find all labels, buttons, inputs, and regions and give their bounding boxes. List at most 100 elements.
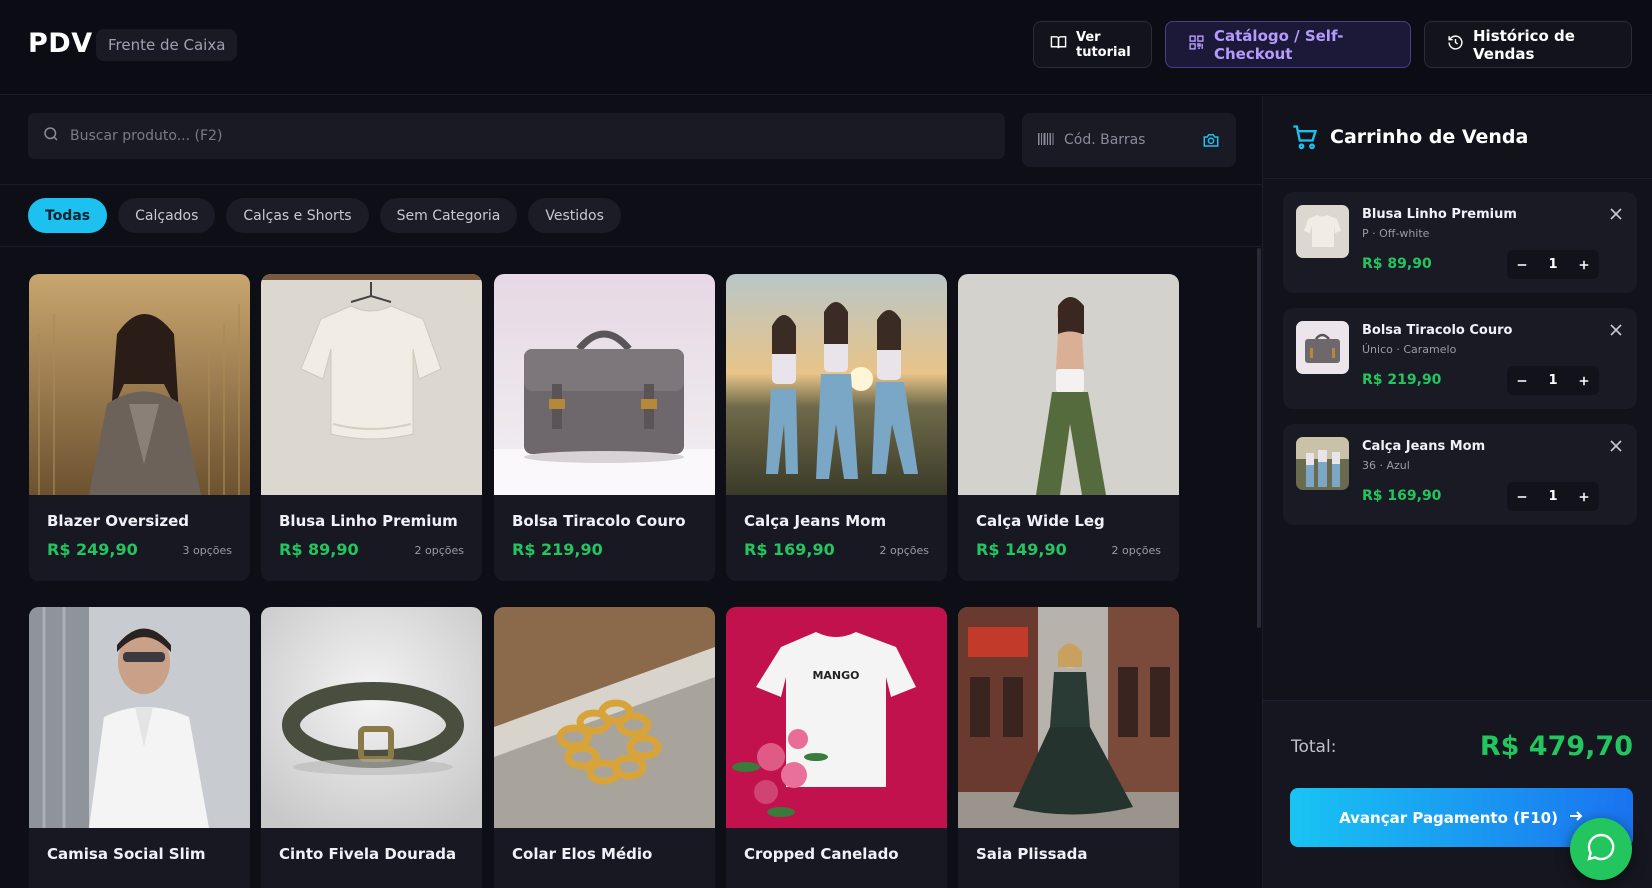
product-name: Cropped Canelado [744, 845, 899, 863]
product-card[interactable]: Blusa Linho Premium R$ 89,90 2 opções [261, 274, 482, 581]
product-card[interactable]: Saia Plissada [958, 607, 1179, 888]
chat-icon [1585, 831, 1617, 867]
cart-item-thumbnail [1296, 321, 1349, 374]
product-card[interactable]: Calça Jeans Mom R$ 169,90 2 opções [726, 274, 947, 581]
product-grid: Blazer Oversized R$ 249,90 3 opções Blus… [29, 274, 1239, 888]
product-image [261, 274, 482, 495]
product-name: Saia Plissada [976, 845, 1088, 863]
product-card[interactable]: Blazer Oversized R$ 249,90 3 opções [29, 274, 250, 581]
plus-icon[interactable] [1577, 374, 1591, 388]
barcode-placeholder: Cód. Barras [1064, 132, 1146, 148]
cart-item-thumbnail [1296, 205, 1349, 258]
cart-item-price: R$ 169,90 [1362, 488, 1442, 504]
scrollbar[interactable] [1257, 248, 1261, 628]
product-card[interactable]: Bolsa Tiracolo Couro R$ 219,90 [494, 274, 715, 581]
product-name: Blusa Linho Premium [279, 512, 458, 530]
product-options: 2 opções [1111, 544, 1161, 557]
product-card[interactable]: Camisa Social Slim [29, 607, 250, 888]
product-area: Buscar produto... (F2) Cód. Barras Todas… [0, 96, 1262, 888]
product-name: Calça Wide Leg [976, 512, 1105, 530]
filter-todas[interactable]: Todas [28, 198, 108, 233]
filter-vestidos[interactable]: Vestidos [528, 198, 621, 233]
product-options: 2 opções [879, 544, 929, 557]
cart-item-name: Bolsa Tiracolo Couro [1362, 323, 1513, 338]
minus-icon[interactable] [1515, 258, 1529, 272]
product-options: 2 opções [414, 544, 464, 557]
cart-item-variant: Único · Caramelo [1362, 343, 1457, 356]
divider [0, 184, 1262, 185]
pay-button-label: Avançar Pagamento (F10) [1339, 808, 1558, 827]
product-image [494, 607, 715, 828]
product-card[interactable]: MANGO Cropped Canelado [726, 607, 947, 888]
history-label: Histórico de Vendas [1473, 26, 1575, 63]
total-value: R$ 479,70 [1479, 731, 1633, 762]
minus-icon[interactable] [1515, 490, 1529, 504]
product-card[interactable]: Cinto Fivela Dourada [261, 607, 482, 888]
chat-button[interactable] [1570, 818, 1632, 880]
total-label: Total: [1291, 737, 1337, 757]
plus-icon[interactable] [1577, 258, 1591, 272]
close-icon[interactable] [1609, 206, 1623, 220]
product-image [958, 607, 1179, 828]
cart-icon [1293, 125, 1318, 150]
cart-item: Blusa Linho Premium P · Off-white R$ 89,… [1283, 192, 1637, 293]
cart-title: Carrinho de Venda [1330, 126, 1529, 148]
cart-item-price: R$ 89,90 [1362, 256, 1432, 272]
search-input[interactable]: Buscar produto... (F2) [28, 113, 1005, 159]
filter-sem-categoria[interactable]: Sem Categoria [379, 198, 518, 233]
catalog-label: Catálogo / Self-Checkout [1214, 26, 1344, 63]
quantity-stepper: 1 [1507, 250, 1599, 279]
product-name: Camisa Social Slim [47, 845, 206, 863]
product-price: R$ 89,90 [279, 540, 359, 559]
tutorial-button[interactable]: Ver tutorial [1033, 21, 1152, 68]
cart-item-variant: P · Off-white [1362, 227, 1430, 240]
product-price: R$ 219,90 [512, 540, 603, 559]
product-name: Blazer Oversized [47, 512, 190, 530]
quantity-stepper: 1 [1507, 366, 1599, 395]
product-name: Calça Jeans Mom [744, 512, 887, 530]
plus-icon[interactable] [1577, 490, 1591, 504]
barcode-input[interactable]: Cód. Barras [1022, 113, 1236, 167]
cart-item-thumbnail [1296, 437, 1349, 490]
product-image [261, 607, 482, 828]
product-price: R$ 249,90 [47, 540, 138, 559]
quantity-value: 1 [1548, 373, 1558, 388]
minus-icon[interactable] [1515, 374, 1529, 388]
cart-header: Carrinho de Venda [1263, 96, 1652, 179]
close-icon[interactable] [1609, 438, 1623, 452]
cart-item-price: R$ 219,90 [1362, 372, 1442, 388]
close-icon[interactable] [1609, 322, 1623, 336]
tutorial-label: Ver tutorial [1076, 29, 1131, 60]
product-options: 3 opções [182, 544, 232, 557]
search-placeholder: Buscar produto... (F2) [70, 128, 223, 144]
product-image [726, 274, 947, 495]
filter-calcas-e-shorts[interactable]: Calças e Shorts [226, 198, 369, 233]
barcode-icon [1038, 131, 1054, 150]
product-card[interactable]: Colar Elos Médio [494, 607, 715, 888]
history-button[interactable]: Histórico de Vendas [1424, 21, 1632, 68]
divider [0, 246, 1262, 247]
product-image [494, 274, 715, 495]
category-filters: Todas Calçados Calças e Shorts Sem Categ… [28, 198, 621, 233]
cart-panel: Carrinho de Venda Blusa Linho Premium P … [1262, 96, 1652, 888]
qr-code-icon [1188, 34, 1205, 55]
product-price: R$ 149,90 [976, 540, 1067, 559]
quantity-value: 1 [1548, 489, 1558, 504]
book-icon [1050, 34, 1067, 55]
filter-calcados[interactable]: Calçados [118, 198, 216, 233]
product-name: Colar Elos Médio [512, 845, 653, 863]
cart-item: Bolsa Tiracolo Couro Único · Caramelo R$… [1283, 308, 1637, 409]
catalog-button[interactable]: Catálogo / Self-Checkout [1165, 21, 1411, 68]
cart-item-variant: 36 · Azul [1362, 459, 1410, 472]
product-card[interactable]: Calça Wide Leg R$ 149,90 2 opções [958, 274, 1179, 581]
cart-item-name: Calça Jeans Mom [1362, 439, 1486, 454]
camera-icon[interactable] [1202, 131, 1220, 149]
top-header: PDV Frente de Caixa Ver tutorial Catálog… [0, 0, 1652, 95]
app-logo: PDV [28, 28, 93, 59]
quantity-stepper: 1 [1507, 482, 1599, 511]
cart-item-name: Blusa Linho Premium [1362, 207, 1517, 222]
mode-badge: Frente de Caixa [96, 29, 238, 61]
product-name: Bolsa Tiracolo Couro [512, 512, 686, 530]
quantity-value: 1 [1548, 257, 1558, 272]
svg-text:MANGO: MANGO [812, 669, 859, 682]
